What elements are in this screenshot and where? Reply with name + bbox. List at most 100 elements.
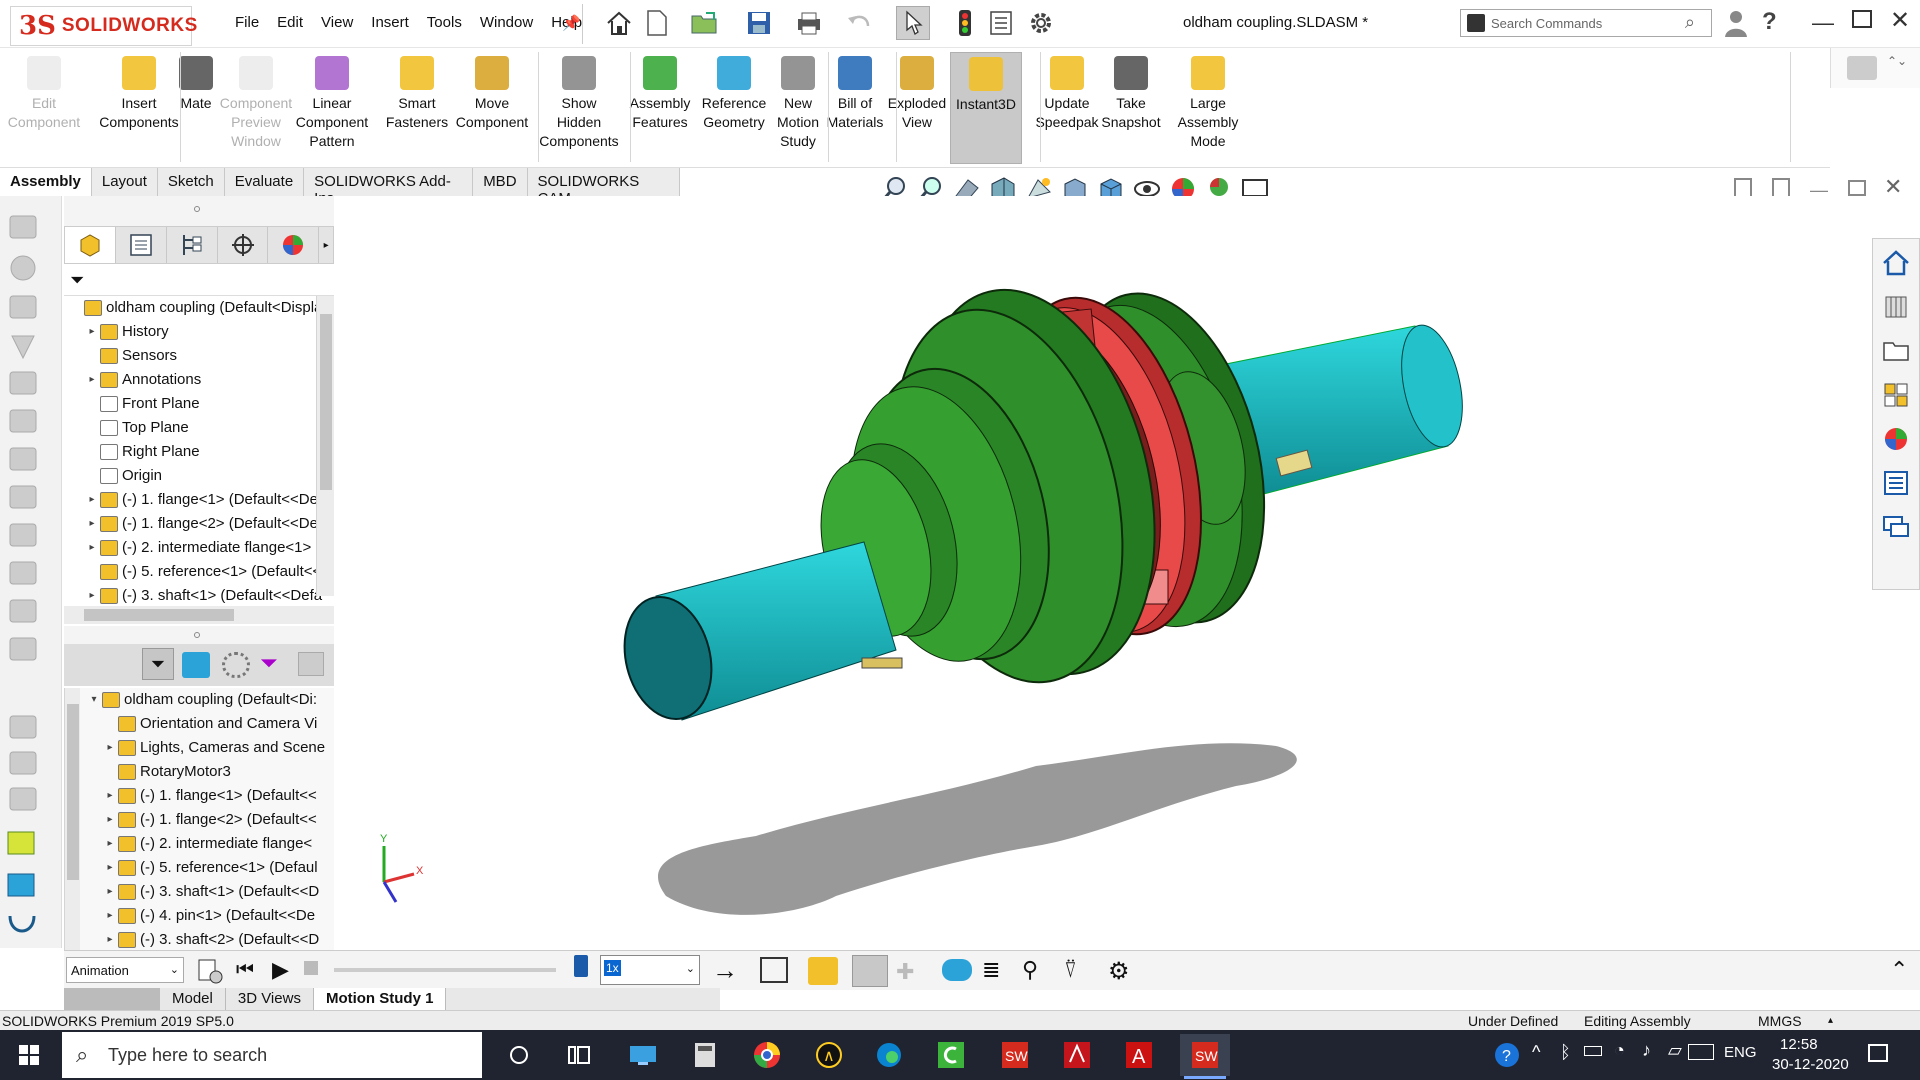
file-properties-icon[interactable] [984, 6, 1018, 40]
tree-item[interactable]: ▸ (-) 1. flange<2> (Default<< [64, 808, 334, 832]
status-units[interactable]: MMGS [1758, 1011, 1802, 1031]
tree-item[interactable]: ▸ (-) 5. reference<1> (Defaul [64, 856, 334, 880]
menu-item-tools[interactable]: Tools [418, 14, 471, 31]
mate-button[interactable]: Mate [176, 56, 216, 113]
clock-time[interactable]: 12:58 [1780, 1036, 1818, 1053]
bottom-tab-model[interactable]: Model [160, 988, 226, 1010]
tree-item[interactable]: oldham coupling (Default<Displa [64, 296, 334, 320]
expand-arrow-icon[interactable]: ▸ [102, 904, 118, 928]
graphics-area[interactable]: Y X [336, 196, 1872, 948]
tree-item[interactable]: ▸ Lights, Cameras and Scene [64, 736, 334, 760]
stop-icon[interactable] [304, 961, 318, 975]
solidworks-active-taskbar-icon[interactable]: SW [1180, 1034, 1230, 1076]
tab-sketch[interactable]: Sketch [157, 168, 225, 196]
acrobat-icon[interactable] [1056, 1034, 1098, 1076]
insert-components-button[interactable]: Insert Components [94, 56, 184, 132]
options-gear-icon[interactable] [1024, 6, 1058, 40]
expand-arrow-icon[interactable]: ▾ [86, 688, 102, 712]
ribbon-expand-icon[interactable]: ⌃⌄ [1887, 54, 1907, 68]
volume-icon[interactable]: ♪ [1642, 1040, 1651, 1061]
edge-icon[interactable] [868, 1034, 910, 1076]
tab-evaluate[interactable]: Evaluate [224, 168, 305, 196]
chrome-icon[interactable] [746, 1034, 788, 1076]
tab-mbd[interactable]: MBD [473, 168, 528, 196]
view-palette-icon[interactable] [1876, 375, 1916, 415]
tree-item[interactable]: ▸ (-) 3. shaft<1> (Default<<D [64, 880, 334, 904]
expand-arrow-icon[interactable]: ▸ [102, 808, 118, 832]
instant3d-button[interactable]: Instant3D [950, 52, 1022, 164]
language-indicator[interactable]: ENG [1724, 1044, 1757, 1061]
tree-item[interactable]: ▸ Annotations [64, 368, 334, 392]
save-icon[interactable] [742, 6, 776, 40]
update-speedpak-button[interactable]: Update Speedpak [1034, 56, 1100, 132]
calculate-icon[interactable] [196, 957, 224, 985]
cortana-icon[interactable] [498, 1034, 540, 1076]
splitter-grip[interactable] [194, 632, 200, 638]
tree-item[interactable]: Right Plane [64, 440, 334, 464]
design-library-icon[interactable] [1876, 287, 1916, 327]
play-from-start-icon[interactable]: ⏮ [236, 959, 254, 982]
rebuild-traffic-light-icon[interactable] [948, 6, 982, 40]
expand-arrow-icon[interactable]: ▸ [84, 584, 100, 608]
playback-mode-icon[interactable]: → [712, 955, 738, 986]
expand-arrow-icon[interactable]: ▸ [102, 736, 118, 760]
restore-window-icon[interactable] [1852, 10, 1872, 28]
playback-slider[interactable] [334, 968, 556, 972]
tab-solidworks-add-ins[interactable]: SOLIDWORKS Add-Ins [304, 168, 474, 207]
bottom-tab-3d-views[interactable]: 3D Views [226, 988, 314, 1010]
new-document-icon[interactable] [640, 6, 674, 40]
select-icon[interactable] [896, 6, 930, 40]
search-commands-input[interactable]: Search Commands ⌕ [1460, 9, 1712, 37]
file-explorer-icon[interactable] [1876, 331, 1916, 371]
tree-item[interactable]: ▸ (-) 3. shaft<2> (Default<<D [64, 928, 334, 950]
animation-wizard-icon[interactable] [808, 957, 838, 985]
motion-study-properties-icon[interactable]: ⚙ [1108, 957, 1130, 986]
solidworks-logo[interactable]: 3S SOLIDWORKS [10, 6, 197, 46]
notifications-icon[interactable] [1868, 1044, 1888, 1062]
pin-icon[interactable]: 📌 [562, 14, 581, 32]
touchpad-icon[interactable]: ▱ [1668, 1040, 1682, 1061]
configuration-manager-tab-icon[interactable] [167, 227, 218, 263]
filter-results-icon[interactable]: ⏷ [260, 650, 278, 676]
autokey-icon[interactable] [852, 955, 888, 987]
playback-speed-select[interactable]: 1x ⌄ [600, 955, 700, 985]
wifi-icon[interactable]: ◔ [1614, 1040, 1625, 1061]
linear-component-pattern-button[interactable]: Linear Component Pattern [292, 56, 372, 151]
tree-item[interactable]: ▸ (-) 4. pin<1> (Default<<De [64, 904, 334, 928]
minimize-window-icon[interactable]: — [1812, 10, 1834, 36]
tab-scroll-buttons[interactable] [64, 988, 160, 1010]
display-manager-tab-icon[interactable] [268, 227, 320, 263]
help-icon[interactable]: ? [1762, 8, 1777, 36]
camtasia-icon[interactable] [930, 1034, 972, 1076]
tree-item[interactable]: ▸ (-) 1. flange<1> (Default<< [64, 784, 334, 808]
motion-tree-scrollbar[interactable] [64, 688, 80, 950]
tree-item[interactable]: Sensors [64, 344, 334, 368]
menu-item-view[interactable]: View [312, 14, 362, 31]
new-motion-study-button[interactable]: New Motion Study [768, 56, 828, 151]
dimxpert-manager-tab-icon[interactable] [218, 227, 269, 263]
viewport-close-icon[interactable]: ✕ [1884, 174, 1902, 200]
tab-assembly[interactable]: Assembly [0, 168, 92, 196]
take-snapshot-button[interactable]: Take Snapshot [1101, 56, 1161, 132]
archicad-icon[interactable]: ∧ [808, 1034, 850, 1076]
keyboard-icon[interactable] [1688, 1044, 1714, 1060]
expand-arrow-icon[interactable]: ▸ [84, 488, 100, 512]
calculator-icon[interactable] [684, 1034, 726, 1076]
filter-selected-icon[interactable] [222, 652, 250, 678]
undo-icon[interactable] [842, 6, 876, 40]
bluetooth-icon[interactable]: ᛒ [1560, 1042, 1571, 1063]
tray-chevron-up-icon[interactable]: ^ [1532, 1042, 1540, 1063]
monitor-app-icon[interactable] [622, 1034, 664, 1076]
tree-item[interactable]: RotaryMotor3 [64, 760, 334, 784]
viewport-split-left-icon[interactable] [1734, 178, 1752, 198]
tree-item[interactable]: (-) 5. reference<1> (Default<< [64, 560, 334, 584]
autofit-icon[interactable] [298, 652, 324, 676]
show-hidden-components-button[interactable]: Show Hidden Components [532, 56, 626, 151]
property-manager-tab-icon[interactable] [116, 227, 167, 263]
feature-tree-hscrollbar[interactable] [64, 606, 334, 624]
assembly-features-button[interactable]: Assembly Features [624, 56, 696, 132]
bill-of-materials-button[interactable]: Bill of Materials [822, 56, 888, 132]
tree-item[interactable]: Orientation and Camera Vi [64, 712, 334, 736]
menu-item-file[interactable]: File [226, 14, 268, 31]
scrollbar-thumb[interactable] [320, 314, 332, 490]
